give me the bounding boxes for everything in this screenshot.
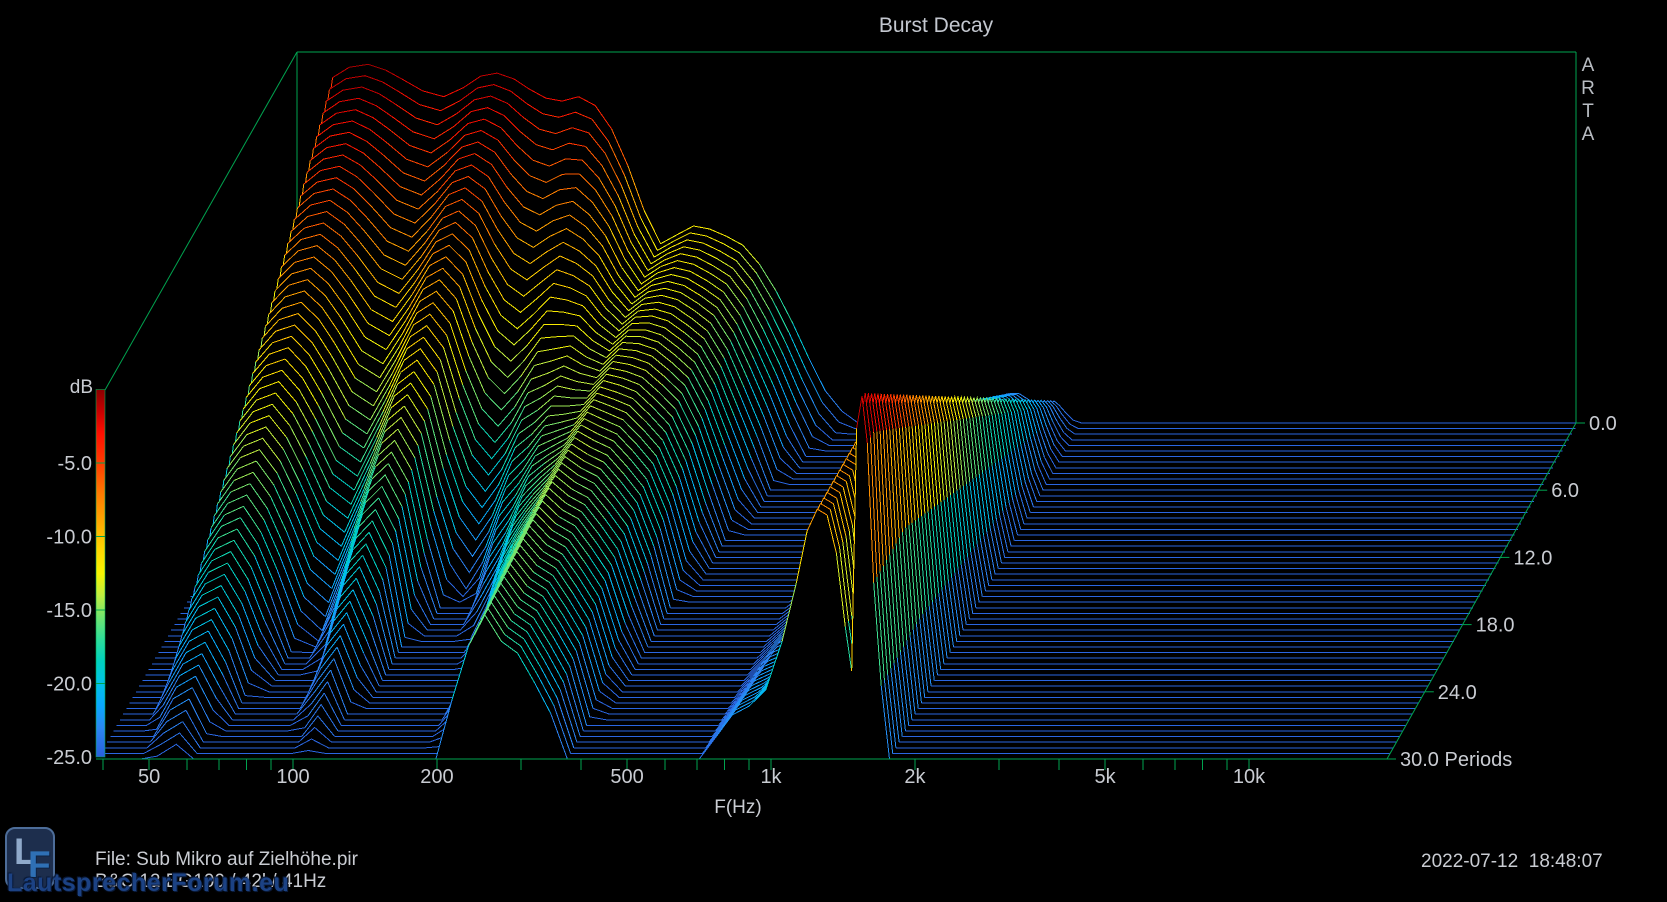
decay-curve-segment xyxy=(648,632,780,647)
decay-curve-segment xyxy=(1066,413,1579,423)
decay-curve-segment xyxy=(1041,461,1546,479)
decay-curve-segment xyxy=(341,706,455,725)
decay-curve-segment xyxy=(1060,437,1565,446)
decay-curve-segment xyxy=(626,669,758,686)
decay-curve-segment xyxy=(1048,453,1553,468)
periods-axis-tick-label: 12.0 xyxy=(1513,547,1552,569)
arta-letter: T xyxy=(1582,101,1594,122)
decay-curve-segment xyxy=(632,659,764,676)
x-axis-tick-label: 50 xyxy=(138,766,160,788)
decay-curve-segment xyxy=(596,690,745,709)
decay-curve-segment xyxy=(651,627,783,641)
decay-curve-segment xyxy=(654,622,786,636)
decay-curve-segment xyxy=(207,734,302,737)
x-axis-tick-label: 200 xyxy=(420,766,453,788)
decay-curve-segment xyxy=(599,685,748,703)
decay-curve-segment xyxy=(667,601,799,614)
waterfall-curves xyxy=(98,64,1579,759)
arta-burst-decay-window: Burst Decay 50 100 200 500 1k 2k 5k 10k 0.0 6.0 12… xyxy=(0,0,1667,902)
db-colorbar-gradient xyxy=(96,390,105,758)
x-axis-tick-label: 5k xyxy=(1095,766,1117,788)
db-axis-unit-label: dB xyxy=(70,377,93,398)
periods-axis-tick-label: 0.0 xyxy=(1589,413,1617,435)
arta-letter: R xyxy=(1581,78,1595,99)
decay-curve-segment xyxy=(638,648,770,664)
plot-title: Burst Decay xyxy=(879,14,994,37)
x-axis-tick-label: 1k xyxy=(760,766,782,788)
decay-curve-segment xyxy=(632,323,649,324)
decay-curve-segment xyxy=(291,652,312,653)
decay-curve-segment xyxy=(389,667,471,670)
decay-curve-segment xyxy=(1063,415,1576,429)
decay-curve-segment xyxy=(642,643,774,658)
x-axis-title: F(Hz) xyxy=(714,797,761,818)
file-name-text: File: Sub Mikro auf Zielhöhe.pir xyxy=(95,849,358,871)
db-axis-tick-label: -10.0 xyxy=(46,527,92,549)
decay-curve-segment xyxy=(338,716,452,731)
decay-curve-segment xyxy=(1067,428,1572,434)
periods-axis-tick-label: 24.0 xyxy=(1438,682,1477,704)
db-axis-tick-label: -20.0 xyxy=(46,674,92,696)
db-colorbar xyxy=(96,390,105,758)
x-axis-tick-label: 10k xyxy=(1233,766,1266,788)
periods-axis-tick-label: 30.0 Periods xyxy=(1400,749,1512,771)
x-axis-tick-label: 500 xyxy=(610,766,643,788)
decay-curve-segment xyxy=(629,664,761,681)
timestamp-text: 2022-07-12 18:48:07 xyxy=(1421,851,1603,873)
x-axis-tick-label: 2k xyxy=(904,766,926,788)
burst-decay-plot: Burst Decay 50 100 200 500 1k 2k 5k 10k 0.0 6.0 12… xyxy=(0,0,1667,902)
periods-axis-tick-label: 6.0 xyxy=(1551,480,1579,502)
arta-letter: A xyxy=(1582,55,1595,76)
decay-curve-segment xyxy=(593,695,742,714)
decay-curve-segment xyxy=(603,679,752,697)
db-axis-tick-label: -5.0 xyxy=(58,453,92,475)
decay-curve-segment xyxy=(635,653,767,669)
watermark-text: LautsprecherForum.eu xyxy=(7,869,289,898)
arta-vertical-label: ARTA xyxy=(1581,55,1595,145)
db-axis-tick-label: -25.0 xyxy=(46,747,92,769)
arta-letter: A xyxy=(1582,124,1595,145)
decay-curve-segment xyxy=(645,638,777,653)
db-axis-tick-label: -15.0 xyxy=(46,600,92,622)
x-axis-tick-label: 100 xyxy=(276,766,309,788)
decay-curve-segment xyxy=(1044,457,1549,473)
periods-axis-tick-label: 18.0 xyxy=(1476,615,1515,637)
decay-curve-segment xyxy=(1038,466,1543,485)
decay-curve-segment xyxy=(606,674,755,692)
decay-curve-segment xyxy=(1064,432,1569,439)
